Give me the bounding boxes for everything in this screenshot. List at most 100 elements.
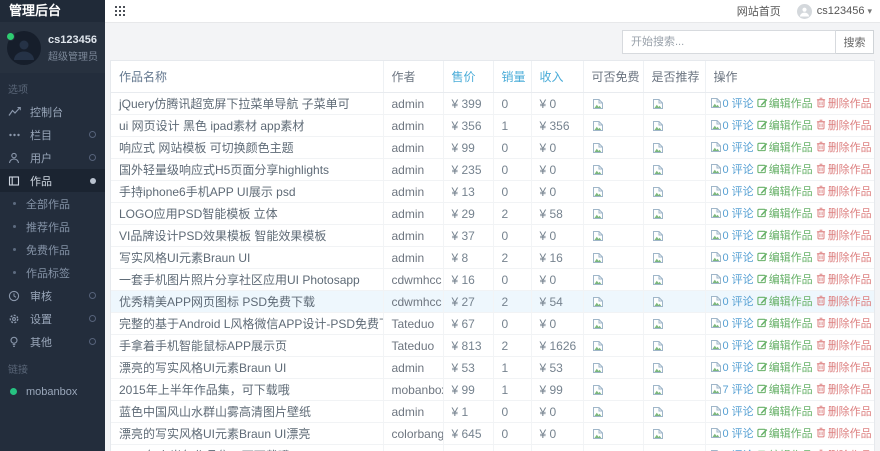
comments-link[interactable]: 0 评论: [710, 252, 754, 264]
comments-link[interactable]: 0 评论: [710, 208, 754, 220]
sidebar-item-work-tags[interactable]: 作品标签: [0, 261, 105, 284]
work-title-link[interactable]: 蓝色中国风山水群山雾高清图片壁纸: [119, 405, 311, 419]
search-button[interactable]: 搜索: [836, 30, 874, 54]
delete-work-link[interactable]: 删除作品: [816, 141, 872, 154]
broken-image-icon[interactable]: [652, 230, 664, 242]
delete-work-link[interactable]: 删除作品: [816, 383, 872, 396]
comments-link[interactable]: 0 评论: [710, 428, 754, 440]
column-header-sales[interactable]: 销量: [492, 61, 531, 93]
comments-link[interactable]: 0 评论: [710, 362, 754, 374]
delete-work-link[interactable]: 删除作品: [816, 97, 872, 110]
broken-image-icon[interactable]: [592, 340, 604, 352]
edit-work-link[interactable]: 编辑作品: [757, 318, 813, 330]
user-panel[interactable]: cs123456 ▾ 超级管理员: [0, 22, 105, 73]
edit-work-link[interactable]: 编辑作品: [757, 142, 813, 154]
broken-image-icon[interactable]: [652, 164, 664, 176]
edit-work-link[interactable]: 编辑作品: [757, 274, 813, 286]
edit-work-link[interactable]: 编辑作品: [757, 406, 813, 418]
edit-work-link[interactable]: 编辑作品: [757, 98, 813, 110]
comments-link[interactable]: 0 评论: [710, 340, 754, 352]
sidebar-item-console[interactable]: 控制台: [0, 100, 105, 123]
work-title-link[interactable]: jQuery仿腾讯超宽屏下拉菜单导航 子菜单可: [119, 97, 350, 111]
edit-work-link[interactable]: 编辑作品: [757, 296, 813, 308]
edit-work-link[interactable]: 编辑作品: [757, 428, 813, 440]
broken-image-icon[interactable]: [592, 252, 604, 264]
edit-work-link[interactable]: 编辑作品: [757, 340, 813, 352]
work-title-link[interactable]: 手拿着手机智能鼠标APP展示页: [119, 339, 287, 353]
broken-image-icon[interactable]: [652, 318, 664, 330]
delete-work-link[interactable]: 删除作品: [816, 229, 872, 242]
work-title-link[interactable]: 一套手机图片照片分享社区应用UI Photosapp: [119, 273, 360, 287]
broken-image-icon[interactable]: [592, 164, 604, 176]
sidebar-item-free-works[interactable]: 免费作品: [0, 238, 105, 261]
delete-work-link[interactable]: 删除作品: [816, 185, 872, 198]
sidebar-item-columns[interactable]: 栏目: [0, 123, 105, 146]
sidebar-item-featured-works[interactable]: 推荐作品: [0, 215, 105, 238]
edit-work-link[interactable]: 编辑作品: [757, 384, 813, 396]
sidebar-item-other[interactable]: 其他: [0, 330, 105, 353]
sidebar-item-mobanbox[interactable]: mobanbox: [0, 380, 105, 403]
work-title-link[interactable]: ui 网页设计 黑色 ipad素材 app素材: [119, 119, 304, 133]
broken-image-icon[interactable]: [652, 98, 664, 110]
broken-image-icon[interactable]: [652, 362, 664, 374]
delete-work-link[interactable]: 删除作品: [816, 119, 872, 132]
broken-image-icon[interactable]: [652, 252, 664, 264]
broken-image-icon[interactable]: [592, 384, 604, 396]
work-title-link[interactable]: VI品牌设计PSD效果模板 智能效果模板: [119, 229, 326, 243]
broken-image-icon[interactable]: [592, 230, 604, 242]
broken-image-icon[interactable]: [592, 406, 604, 418]
apps-grid-icon[interactable]: [115, 5, 126, 17]
broken-image-icon[interactable]: [652, 274, 664, 286]
broken-image-icon[interactable]: [592, 142, 604, 154]
work-title-link[interactable]: 写实风格UI元素Braun UI: [119, 251, 250, 265]
delete-work-link[interactable]: 删除作品: [816, 317, 872, 330]
broken-image-icon[interactable]: [652, 384, 664, 396]
work-title-link[interactable]: 响应式 网站模板 可切换颜色主题: [119, 141, 294, 155]
broken-image-icon[interactable]: [592, 428, 604, 440]
broken-image-icon[interactable]: [592, 274, 604, 286]
comments-link[interactable]: 0 评论: [710, 98, 754, 110]
site-home-link[interactable]: 网站首页: [737, 3, 781, 19]
broken-image-icon[interactable]: [592, 120, 604, 132]
topbar-username[interactable]: cs123456: [817, 5, 865, 17]
broken-image-icon[interactable]: [652, 208, 664, 220]
work-title-link[interactable]: 国外轻量级响应式H5页面分享highlights: [119, 163, 329, 177]
edit-work-link[interactable]: 编辑作品: [757, 208, 813, 220]
delete-work-link[interactable]: 删除作品: [816, 251, 872, 264]
comments-link[interactable]: 0 评论: [710, 274, 754, 286]
comments-link[interactable]: 0 评论: [710, 186, 754, 198]
edit-work-link[interactable]: 编辑作品: [757, 164, 813, 176]
broken-image-icon[interactable]: [592, 186, 604, 198]
broken-image-icon[interactable]: [592, 296, 604, 308]
edit-work-link[interactable]: 编辑作品: [757, 252, 813, 264]
delete-work-link[interactable]: 删除作品: [816, 207, 872, 220]
broken-image-icon[interactable]: [652, 340, 664, 352]
broken-image-icon[interactable]: [652, 142, 664, 154]
broken-image-icon[interactable]: [592, 208, 604, 220]
broken-image-icon[interactable]: [652, 186, 664, 198]
comments-link[interactable]: 0 评论: [710, 230, 754, 242]
comments-link[interactable]: 7 评论: [710, 384, 754, 396]
broken-image-icon[interactable]: [652, 120, 664, 132]
delete-work-link[interactable]: 删除作品: [816, 405, 872, 418]
sidebar-item-works[interactable]: 作品: [0, 169, 105, 192]
delete-work-link[interactable]: 删除作品: [816, 295, 872, 308]
edit-work-link[interactable]: 编辑作品: [757, 120, 813, 132]
delete-work-link[interactable]: 删除作品: [816, 273, 872, 286]
work-title-link[interactable]: 2015年上半年作品集，可下载哦: [119, 383, 290, 397]
broken-image-icon[interactable]: [652, 406, 664, 418]
work-title-link[interactable]: 漂亮的写实风格UI元素Braun UI: [119, 361, 286, 375]
user-name[interactable]: cs123456 ▾: [48, 34, 99, 46]
sidebar-item-all-works[interactable]: 全部作品: [0, 192, 105, 215]
edit-work-link[interactable]: 编辑作品: [757, 186, 813, 198]
column-header-price[interactable]: 售价: [442, 61, 493, 93]
comments-link[interactable]: 0 评论: [710, 318, 754, 330]
search-input[interactable]: [622, 30, 836, 54]
comments-link[interactable]: 0 评论: [710, 164, 754, 176]
comments-link[interactable]: 0 评论: [710, 120, 754, 132]
work-title-link[interactable]: 优秀精美APP网页图标 PSD免费下载: [119, 295, 315, 309]
sidebar-item-users[interactable]: 用户: [0, 146, 105, 169]
work-title-link[interactable]: 完整的基于Android L风格微信APP设计-PSD免费下载: [119, 317, 383, 331]
sidebar-item-review[interactable]: 审核: [0, 284, 105, 307]
work-title-link[interactable]: 手持iphone6手机APP UI展示 psd: [119, 185, 296, 199]
